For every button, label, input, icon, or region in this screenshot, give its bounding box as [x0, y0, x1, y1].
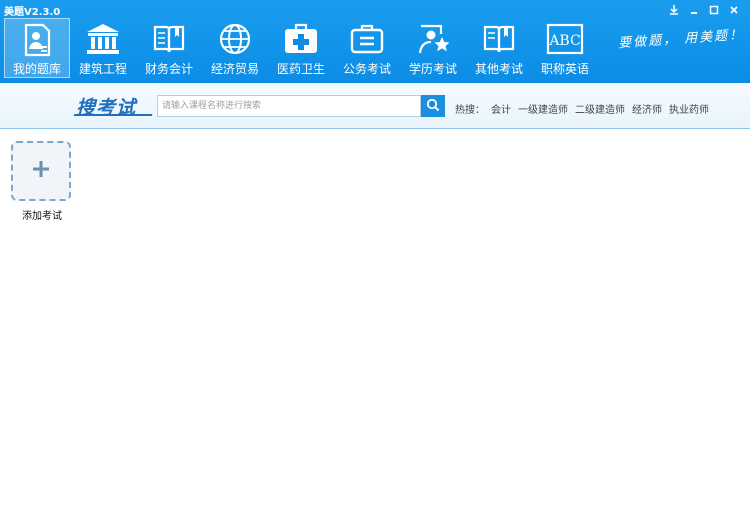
nav-label: 建筑工程 [78, 62, 127, 76]
nav-item-academic[interactable]: 学历考试 [400, 18, 466, 78]
category-nav: 我的题库 建筑工程 财务会计 经济贸易 医药卫生 公务考试 学历考试 其他考试 … [4, 18, 598, 78]
search-button[interactable] [421, 95, 445, 117]
globe-icon [216, 21, 254, 57]
title-bar: 美题V2.3.0 我的题库 建筑工程 财务会计 经济贸易 医药卫生 公务考试 学… [0, 0, 750, 83]
building-pillars-icon [84, 21, 122, 57]
search-input[interactable] [157, 95, 421, 117]
maximize-icon[interactable] [704, 2, 724, 18]
add-exam-label: 添加考试 [22, 211, 62, 222]
app-title: 美题V2.3.0 [4, 7, 61, 18]
graduate-star-icon [414, 21, 452, 57]
nav-label: 职称英语 [540, 62, 589, 76]
main-content: 添加考试 [0, 130, 750, 508]
nav-item-finance[interactable]: 财务会计 [136, 18, 202, 78]
nav-label: 财务会计 [144, 62, 193, 76]
nav-label: 经济贸易 [210, 62, 259, 76]
nav-item-economy-trade[interactable]: 经济贸易 [202, 18, 268, 78]
nav-label: 学历考试 [408, 62, 457, 76]
hot-search-item[interactable]: 经济师 [632, 101, 662, 116]
logo-underline [73, 114, 153, 116]
search-bar: 搜考试 热搜： 会计 一级建造师 二级建造师 经济师 执业药师 [0, 83, 750, 129]
nav-label: 我的题库 [12, 62, 61, 76]
medical-kit-icon [282, 21, 320, 57]
nav-label: 医药卫生 [276, 62, 325, 76]
close-icon[interactable] [724, 2, 744, 18]
abc-icon: ABC [546, 21, 584, 57]
plus-icon [31, 159, 51, 183]
nav-item-medicine[interactable]: 医药卫生 [268, 18, 334, 78]
nav-item-other-exams[interactable]: 其他考试 [466, 18, 532, 78]
hot-search-item[interactable]: 二级建造师 [575, 101, 625, 116]
minimize-icon[interactable] [684, 2, 704, 18]
add-exam-button[interactable] [11, 141, 71, 201]
open-book-icon [150, 21, 188, 57]
my-question-bank-icon [18, 22, 56, 57]
slogan: 要做题， 用美题！ [617, 27, 745, 52]
hot-search-item[interactable]: 执业药师 [669, 101, 709, 116]
hot-search: 热搜： 会计 一级建造师 二级建造师 经济师 执业药师 [455, 101, 716, 116]
nav-label: 公务考试 [342, 62, 391, 76]
nav-item-civil-service[interactable]: 公务考试 [334, 18, 400, 78]
nav-item-title-english[interactable]: ABC 职称英语 [532, 18, 598, 78]
book-icon [480, 21, 518, 57]
nav-item-my-question-bank[interactable]: 我的题库 [4, 18, 70, 78]
hot-search-label: 热搜： [455, 105, 485, 116]
hot-search-item[interactable]: 会计 [491, 101, 511, 116]
search-icon [426, 97, 440, 116]
briefcase-icon [348, 21, 386, 57]
hot-search-item[interactable]: 一级建造师 [518, 101, 568, 116]
download-icon[interactable] [664, 2, 684, 18]
nav-item-construction[interactable]: 建筑工程 [70, 18, 136, 78]
nav-label: 其他考试 [474, 62, 523, 76]
svg-text:ABC: ABC [548, 33, 580, 49]
window-controls [664, 2, 744, 18]
